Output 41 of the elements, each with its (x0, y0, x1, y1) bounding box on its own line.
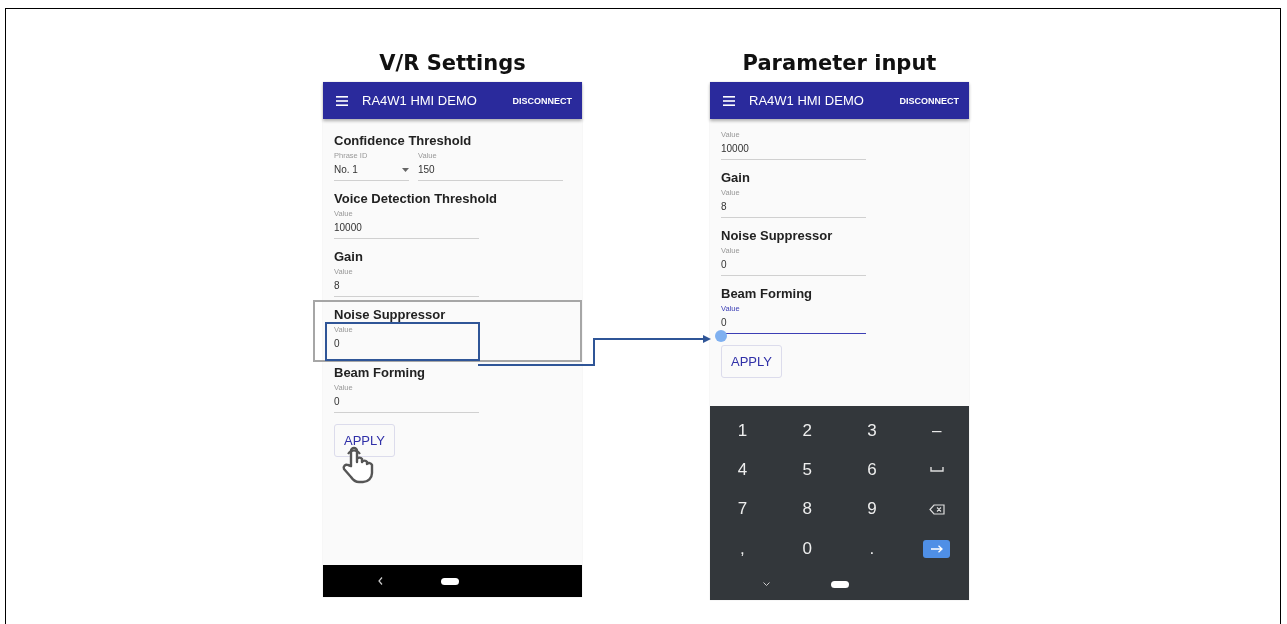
keyboard-key[interactable]: 9 (863, 499, 881, 520)
disconnect-button[interactable]: DISCONNECT (899, 95, 959, 106)
cursor-handle[interactable] (715, 330, 727, 342)
right-arrow-icon (930, 544, 943, 553)
app-title: RA4W1 HMI DEMO (749, 93, 865, 108)
keyboard-key[interactable]: 7 (733, 499, 752, 520)
apply-button[interactable]: APPLY (334, 424, 395, 457)
home-icon[interactable] (831, 580, 849, 588)
keyboard-key[interactable]: , (736, 538, 749, 559)
home-icon[interactable] (441, 577, 459, 585)
back-icon[interactable] (378, 577, 383, 585)
keyboard-key[interactable]: 4 (733, 459, 752, 480)
section-heading: Gain (334, 248, 364, 266)
section-heading: Gain (721, 169, 751, 187)
keyboard-key[interactable]: 8 (798, 499, 816, 520)
section-heading: Noise Suppressor (334, 306, 447, 324)
section-heading: Noise Suppressor (721, 227, 834, 245)
section-heading: Beam Forming (334, 364, 426, 382)
keyboard-key[interactable]: 3 (863, 420, 881, 441)
section-heading: Beam Forming (721, 285, 813, 303)
menu-icon[interactable] (723, 95, 735, 106)
section-heading: Voice Detection Threshold (334, 190, 498, 208)
chevron-down-icon[interactable] (763, 582, 770, 587)
keyboard-key[interactable]: 5 (798, 459, 816, 480)
menu-icon[interactable] (336, 95, 348, 106)
figure-caption: Parameter input (742, 50, 937, 77)
app-title: RA4W1 HMI DEMO (362, 93, 478, 108)
space-key-icon[interactable] (929, 467, 944, 473)
keyboard-key[interactable]: 1 (733, 420, 752, 441)
apply-button[interactable]: APPLY (721, 345, 782, 378)
backspace-icon[interactable] (928, 503, 945, 515)
section-heading: Confidence Threshold (334, 132, 473, 150)
keyboard-key[interactable]: 6 (863, 459, 881, 480)
keyboard-key[interactable]: – (927, 420, 946, 441)
keyboard-key[interactable]: 2 (798, 420, 816, 441)
enter-key[interactable] (923, 539, 951, 558)
keyboard-key[interactable]: 0 (798, 538, 816, 559)
disconnect-button[interactable]: DISCONNECT (512, 95, 572, 106)
figure-caption: V/R Settings (379, 50, 526, 77)
caret-icon (402, 168, 409, 172)
keyboard-key[interactable]: . (865, 538, 879, 559)
